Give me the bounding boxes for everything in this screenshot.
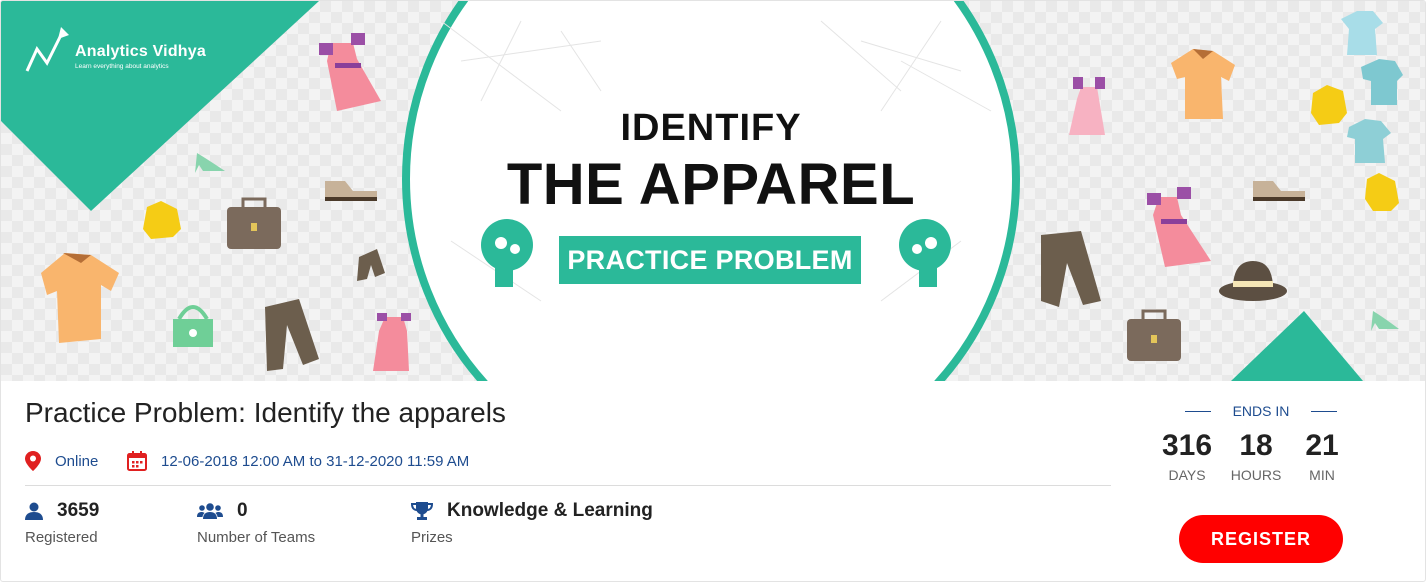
tshirt-icon-3: [1347, 119, 1391, 163]
dress-icon: [319, 33, 381, 111]
sweater-icon: [143, 201, 181, 239]
corner-triangle-top-left: [1, 1, 319, 211]
shoe-icon-right: [1253, 181, 1305, 201]
location-text: Online: [55, 452, 99, 470]
location: Online: [25, 451, 98, 471]
dress-icon-right-2: [1147, 187, 1211, 267]
calendar-icon: [127, 451, 147, 471]
dress-icon-small: [373, 313, 411, 371]
stat-registered: 3659 Registered: [25, 499, 99, 546]
banner-headline-small: IDENTIFY: [620, 107, 802, 149]
countdown-min-label: MIN: [1309, 467, 1335, 483]
countdown-hours-value: 18: [1239, 429, 1273, 462]
shirt-icon-right: [1171, 49, 1235, 119]
brand-tagline: Learn everything about analytics: [75, 63, 169, 70]
stat-teams: 0 Number of Teams: [197, 499, 315, 546]
date-range-text: 12-06-2018 12:00 AM to 31-12-2020 11:59 …: [161, 452, 470, 470]
stat-teams-value: 0: [237, 500, 248, 521]
date-range: 12-06-2018 12:00 AM to 31-12-2020 11:59 …: [127, 451, 469, 471]
stat-prizes-value: Knowledge & Learning: [447, 500, 653, 521]
trousers-icon: [265, 299, 319, 371]
team-icon: [197, 503, 223, 519]
countdown-days-label: DAYS: [1168, 467, 1206, 483]
countdown-days-value: 316: [1161, 429, 1213, 462]
stat-registered-label: Registered: [25, 529, 98, 546]
stat-prizes: Knowledge & Learning Prizes: [411, 499, 653, 546]
countdown-min-value: 21: [1305, 429, 1339, 462]
high-heel-icon: [195, 153, 225, 173]
competition-title[interactable]: Practice Problem: Identify the apparels: [25, 397, 506, 429]
briefcase-icon: [227, 197, 281, 249]
user-icon: [25, 502, 43, 520]
hat-icon: [1219, 261, 1287, 301]
register-button[interactable]: REGISTER: [1179, 515, 1343, 563]
sweater-icon-right: [1311, 85, 1347, 125]
brand-name: Analytics Vidhya: [75, 43, 206, 60]
shorts-icon: [357, 249, 385, 281]
countdown-min: 21 MIN: [1299, 429, 1345, 483]
banner: Analytics Vidhya Learn everything about …: [1, 1, 1425, 381]
stat-teams-label: Number of Teams: [197, 529, 316, 546]
handbag-icon: [173, 305, 213, 347]
countdown-hours-label: HOURS: [1230, 467, 1282, 483]
trousers-icon-right: [1041, 231, 1101, 307]
trophy-icon: [411, 502, 433, 520]
countdown-hours: 18 HOURS: [1229, 429, 1283, 483]
stat-registered-value: 3659: [57, 500, 100, 521]
practice-problem-badge: PRACTICE PROBLEM: [559, 236, 861, 284]
shoe-icon: [325, 181, 377, 201]
stat-prizes-label: Prizes: [411, 529, 453, 546]
location-pin-icon: [25, 451, 41, 471]
competition-card: Analytics Vidhya Learn everything about …: [0, 0, 1426, 582]
high-heel-icon-right: [1371, 311, 1399, 331]
ends-in-heading: ENDS IN: [1171, 403, 1351, 419]
divider: [25, 485, 1111, 486]
shirt-icon: [41, 253, 119, 343]
briefcase-icon-right: [1127, 309, 1181, 361]
tshirt-icon: [1341, 11, 1383, 55]
corner-triangle-bottom-right: [1231, 311, 1363, 381]
tshirt-icon-2: [1361, 59, 1403, 105]
sweater-icon-right-2: [1365, 173, 1399, 211]
countdown-days: 316 DAYS: [1161, 429, 1213, 483]
banner-headline-big: THE APPAREL: [506, 152, 916, 217]
dress-icon-right: [1069, 77, 1105, 135]
